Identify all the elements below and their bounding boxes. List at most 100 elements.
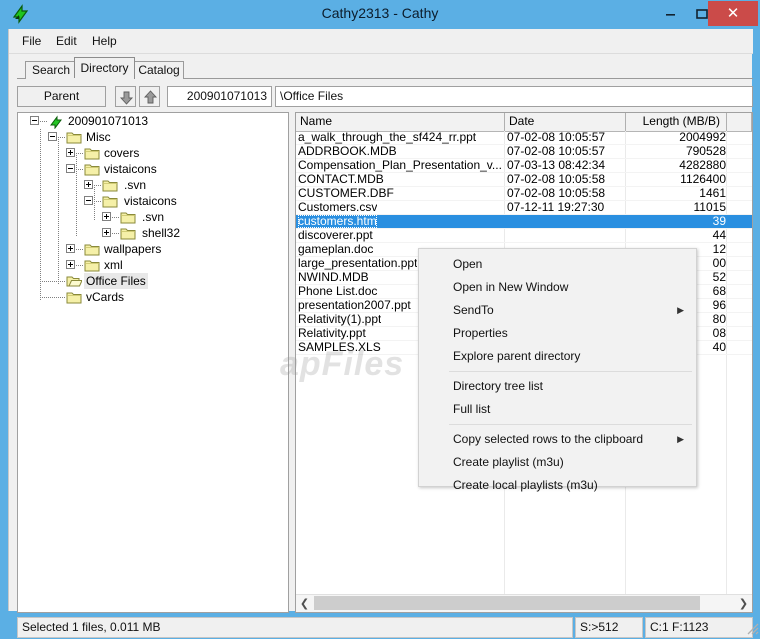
- tree-node-vcards[interactable]: vCards: [18, 289, 126, 305]
- column-header-extra[interactable]: [727, 113, 752, 131]
- menu-item-open-new-window[interactable]: Open in New Window: [420, 276, 697, 298]
- tree-node-vistaicons-nested[interactable]: vistaicons: [18, 193, 179, 209]
- menu-item-directory-tree-list[interactable]: Directory tree list: [420, 375, 697, 397]
- context-menu[interactable]: Open Open in New Window SendTo ▶ Propert…: [418, 248, 697, 492]
- menu-item-create-local-playlists[interactable]: Create local playlists (m3u): [420, 474, 697, 496]
- expander-plus-icon[interactable]: [102, 228, 111, 237]
- column-header-date[interactable]: Date: [505, 113, 626, 131]
- table-row[interactable]: Compensation_Plan_Presentation_v... 07-0…: [296, 159, 752, 173]
- tree-node-shell32[interactable]: shell32: [18, 225, 182, 241]
- table-row[interactable]: Customers.csv 07-12-11 19:27:30 11015: [296, 201, 752, 215]
- expander-minus-icon[interactable]: [30, 116, 39, 125]
- tree-node-label: 200901071013: [68, 114, 149, 128]
- tree-node-label: Office Files: [84, 273, 148, 289]
- cell-name: customers.htm: [298, 215, 377, 228]
- table-row[interactable]: ADDRBOOK.MDB 07-02-08 10:05:57 790528: [296, 145, 752, 159]
- cell-name: CONTACT.MDB: [298, 173, 384, 186]
- chevron-right-icon: ▶: [677, 305, 684, 315]
- arrow-down-icon[interactable]: [115, 86, 136, 107]
- status-counts: C:1 F:1123: [645, 617, 753, 638]
- cell-name: CUSTOMER.DBF: [298, 187, 394, 200]
- menu-item-label: SendTo: [453, 303, 494, 317]
- close-button[interactable]: ✕: [708, 1, 758, 26]
- expander-plus-icon[interactable]: [66, 244, 75, 253]
- menu-file[interactable]: File: [17, 33, 46, 49]
- cell-date: 07-02-08 10:05:57: [507, 131, 606, 144]
- horizontal-scrollbar[interactable]: ❮ ❯: [296, 594, 752, 612]
- table-row[interactable]: CUSTOMER.DBF 07-02-08 10:05:58 1461: [296, 187, 752, 201]
- status-bar: Selected 1 files, 0.011 MB S:>512 C:1 F:…: [17, 617, 760, 639]
- tree-node-label: covers: [104, 146, 140, 160]
- expander-minus-icon[interactable]: [66, 164, 75, 173]
- cell-date: 07-02-08 10:05:57: [507, 145, 606, 158]
- folder-icon: [102, 179, 118, 192]
- menu-item-create-playlist[interactable]: Create playlist (m3u): [420, 451, 697, 473]
- path-field[interactable]: \Office Files: [275, 86, 753, 107]
- cell-name: large_presentation.ppt: [298, 257, 418, 270]
- cell-name: NWIND.MDB: [298, 271, 369, 284]
- directory-tree-panel[interactable]: 200901071013 Misc covers vistaicons .svn…: [17, 112, 289, 613]
- menu-item-sendto[interactable]: SendTo ▶: [420, 299, 697, 321]
- menu-item-properties[interactable]: Properties: [420, 322, 697, 344]
- folder-icon: [66, 131, 82, 144]
- expander-plus-icon[interactable]: [66, 148, 75, 157]
- minimize-button[interactable]: [655, 1, 686, 26]
- tree-node-misc[interactable]: Misc: [18, 129, 113, 145]
- client-area: File Edit Help Search Directory Catalog …: [8, 29, 759, 638]
- expander-plus-icon[interactable]: [102, 212, 111, 221]
- cell-length: 11015: [693, 201, 726, 214]
- status-message: Selected 1 files, 0.011 MB: [17, 617, 573, 638]
- expander-plus-icon[interactable]: [66, 260, 75, 269]
- tab-search[interactable]: Search: [25, 61, 77, 79]
- column-header-length[interactable]: Length (MB/B): [626, 113, 727, 131]
- tree-node-svn-deep[interactable]: .svn: [18, 209, 166, 225]
- resize-grip-icon[interactable]: [747, 623, 759, 635]
- tree-node-wallpapers[interactable]: wallpapers: [18, 241, 163, 257]
- menu-item-copy-selected-rows[interactable]: Copy selected rows to the clipboard ▶: [420, 428, 697, 450]
- tree-node-vistaicons[interactable]: vistaicons: [18, 161, 159, 177]
- tree-node-xml[interactable]: xml: [18, 257, 125, 273]
- parent-button[interactable]: Parent: [17, 86, 106, 107]
- close-icon: ✕: [726, 5, 740, 22]
- status-sectors: S:>512: [575, 617, 643, 638]
- cell-length: 790528: [685, 145, 726, 158]
- tree-node-svn[interactable]: .svn: [18, 177, 148, 193]
- tree-node-office-files[interactable]: Office Files: [18, 273, 148, 289]
- table-row-selected[interactable]: customers.htm 39: [296, 215, 752, 229]
- tab-catalog[interactable]: Catalog: [134, 61, 184, 79]
- menu-item-open[interactable]: Open: [420, 253, 697, 275]
- scrollbar-thumb[interactable]: [314, 596, 700, 610]
- menu-help[interactable]: Help: [87, 33, 122, 49]
- table-row[interactable]: CONTACT.MDB 07-02-08 10:05:58 1126400: [296, 173, 752, 187]
- volume-id-field[interactable]: 200901071013: [167, 86, 272, 107]
- tree-node-root[interactable]: 200901071013: [18, 113, 150, 130]
- expander-plus-icon[interactable]: [84, 180, 93, 189]
- cell-date: 07-03-13 08:42:34: [507, 159, 606, 172]
- arrow-up-icon[interactable]: [139, 86, 160, 107]
- expander-minus-icon[interactable]: [48, 132, 57, 141]
- cell-date: 07-02-08 10:05:58: [507, 173, 606, 186]
- cell-name: Customers.csv: [298, 201, 378, 214]
- tree-node-covers[interactable]: covers: [18, 145, 141, 161]
- cell-date: 07-02-08 10:05:58: [507, 187, 606, 200]
- table-row[interactable]: a_walk_through_the_sf424_rr.ppt 07-02-08…: [296, 131, 752, 145]
- cell-name: Relativity(1).ppt: [298, 313, 382, 326]
- chevron-left-icon[interactable]: ❮: [296, 595, 313, 611]
- column-header-name[interactable]: Name: [296, 113, 505, 131]
- menu-edit[interactable]: Edit: [51, 33, 82, 49]
- folder-open-icon: [66, 275, 83, 288]
- table-row[interactable]: discoverer.ppt 44: [296, 229, 752, 243]
- folder-icon: [66, 291, 82, 304]
- cell-name: SAMPLES.XLS: [298, 341, 381, 354]
- menu-item-full-list[interactable]: Full list: [420, 398, 697, 420]
- cell-length: 4282880: [679, 159, 726, 172]
- folder-icon: [84, 259, 100, 272]
- disk-icon: [48, 115, 64, 130]
- menu-item-explore-parent[interactable]: Explore parent directory: [420, 345, 697, 367]
- tree-node-label: .svn: [124, 178, 147, 192]
- expander-minus-icon[interactable]: [84, 196, 93, 205]
- folder-icon: [84, 147, 100, 160]
- tab-directory[interactable]: Directory: [74, 57, 135, 79]
- chevron-right-icon: ▶: [677, 434, 684, 444]
- chevron-right-icon[interactable]: ❯: [735, 595, 752, 611]
